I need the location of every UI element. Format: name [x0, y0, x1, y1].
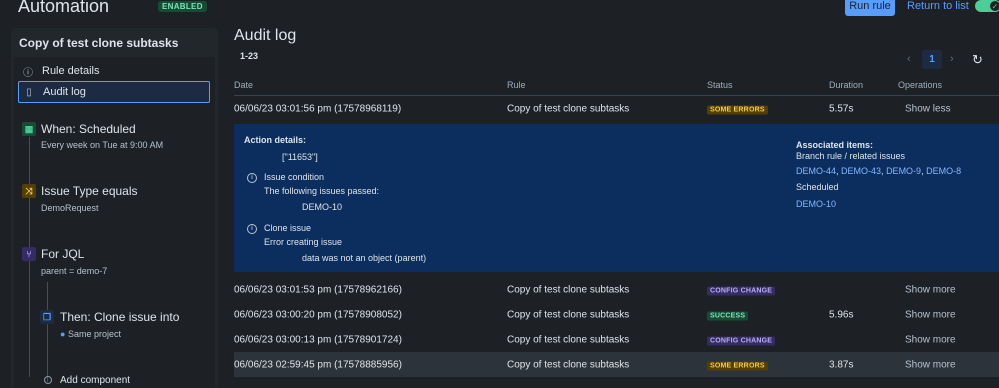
page-title: Audit log: [234, 27, 297, 44]
scheduled-label: Scheduled: [796, 182, 839, 192]
step-title[interactable]: When: Scheduled: [41, 122, 136, 136]
duration-cell: 3.87s: [829, 359, 854, 370]
show-less-link[interactable]: Show less: [905, 103, 951, 114]
show-more-link[interactable]: Show more: [905, 359, 956, 370]
table-row: 06/06/23 03:00:20 pm (17578908052) Copy …: [234, 302, 999, 327]
table-row: 06/06/23 03:01:56 pm (17578968119) Copy …: [234, 96, 999, 121]
column-header-operations: Operations: [898, 80, 943, 90]
table-row: 06/06/23 02:59:45 pm (17578885956) Copy …: [234, 352, 999, 377]
sidebar-panel: ⓘ Rule details ▯ Audit log ▦ When: Sched…: [14, 57, 215, 388]
chevron-left-icon[interactable]: ‹: [907, 53, 911, 65]
issue-link[interactable]: DEMO-9: [886, 166, 921, 176]
status-cell: SUCCESS: [707, 309, 749, 320]
status-cell: CONFIG CHANGE: [707, 334, 776, 345]
nav-label: Audit log: [43, 86, 86, 98]
issue-link[interactable]: DEMO-8: [926, 166, 961, 176]
status-badge: SUCCESS: [707, 311, 749, 320]
page-number-button[interactable]: 1: [922, 50, 942, 69]
nav-label: Rule details: [42, 65, 100, 77]
rule-cell: Copy of test clone subtasks: [507, 334, 630, 345]
step-subtitle: ● Same project: [60, 329, 121, 339]
column-header-duration: Duration: [829, 80, 864, 90]
table-row: 06/06/23 03:01:53 pm (17578962166) Copy …: [234, 277, 999, 302]
associated-items-label: Associated items:: [796, 140, 874, 150]
chevron-right-icon[interactable]: ›: [950, 53, 954, 65]
document-icon: ▯: [26, 86, 32, 98]
issue-link[interactable]: DEMO-43: [841, 166, 881, 176]
calendar-icon: ▦: [22, 122, 36, 136]
action-value: ["11653"]: [282, 152, 318, 162]
status-badge: CONFIG CHANGE: [707, 286, 776, 295]
step-subtitle: DemoRequest: [41, 203, 99, 213]
rule-name: Copy of test clone subtasks: [19, 36, 179, 50]
related-issues: DEMO-44, DEMO-43, DEMO-9, DEMO-8: [796, 166, 962, 176]
result-range: 1-23: [240, 51, 259, 61]
copy-icon: ❐: [40, 310, 54, 324]
date-cell: 06/06/23 03:00:20 pm (17578908052): [234, 309, 402, 320]
refresh-icon[interactable]: ↻: [972, 52, 983, 68]
passed-text: The following issues passed:: [264, 186, 380, 196]
column-header-date: Date: [234, 80, 254, 90]
nav-audit-log[interactable]: ▯ Audit log: [18, 81, 210, 103]
step-title[interactable]: For JQL: [41, 247, 84, 261]
action-details-panel: Action details: ["11653"] i Issue condit…: [234, 124, 999, 272]
show-more-link[interactable]: Show more: [905, 309, 956, 320]
add-component-button[interactable]: Add component: [60, 375, 130, 386]
return-to-list-link[interactable]: Return to list: [907, 0, 969, 12]
add-circle-icon: [44, 376, 52, 384]
globe-icon: ●: [60, 329, 66, 339]
rule-cell: Copy of test clone subtasks: [507, 309, 630, 320]
branch-connector: [47, 282, 48, 382]
info-icon: ⓘ: [23, 67, 33, 79]
date-cell: 06/06/23 03:01:56 pm (17578968119): [234, 103, 402, 114]
duration-cell: 5.57s: [829, 103, 854, 114]
step-subtitle: parent = demo-7: [41, 266, 108, 276]
status-cell: SOME ERRORS: [707, 103, 768, 114]
step-subtitle: Every week on Tue at 9:00 AM: [41, 140, 164, 150]
shuffle-icon: ⤨: [22, 184, 36, 198]
rule-cell: Copy of test clone subtasks: [507, 359, 630, 370]
issue-condition-label: Issue condition: [264, 172, 325, 182]
date-cell: 06/06/23 02:59:45 pm (17578885956): [234, 359, 402, 370]
status-badge: SOME ERRORS: [707, 105, 768, 114]
clone-issue-label: Clone issue: [264, 223, 312, 233]
show-more-link[interactable]: Show more: [905, 334, 956, 345]
error-text: Error creating issue: [264, 237, 343, 247]
table-row: 06/06/23 03:00:13 pm (17578901724) Copy …: [234, 327, 999, 352]
status-cell: CONFIG CHANGE: [707, 284, 776, 295]
run-rule-button[interactable]: Run rule: [845, 0, 895, 16]
step-title[interactable]: Then: Clone issue into: [60, 310, 179, 324]
issue-link[interactable]: DEMO-44: [796, 166, 836, 176]
duration-cell: 5.96s: [829, 309, 854, 320]
enabled-badge: ENABLED: [158, 1, 207, 12]
error-detail: data was not an object (parent): [302, 253, 427, 263]
nav-rule-details[interactable]: ⓘ Rule details: [18, 61, 208, 81]
date-cell: 06/06/23 03:00:13 pm (17578901724): [234, 334, 402, 345]
status-badge: CONFIG CHANGE: [707, 336, 776, 345]
check-icon: ✓: [990, 1, 999, 11]
action-details-label: Action details:: [244, 135, 307, 145]
column-header-rule: Rule: [507, 80, 526, 90]
status-cell: SOME ERRORS: [707, 359, 768, 370]
branch-text: Branch rule / related issues: [796, 151, 906, 161]
show-more-link[interactable]: Show more: [905, 284, 956, 295]
issue-link[interactable]: DEMO-10: [796, 199, 836, 209]
info-icon: i: [247, 173, 257, 183]
enable-toggle[interactable]: ✓: [975, 0, 999, 12]
step-title[interactable]: Issue Type equals: [41, 184, 138, 198]
project-label: Same project: [67, 329, 121, 339]
passed-issue: DEMO-10: [302, 202, 343, 212]
rule-cell: Copy of test clone subtasks: [507, 103, 630, 114]
status-badge: SOME ERRORS: [707, 361, 768, 370]
date-cell: 06/06/23 03:01:53 pm (17578962166): [234, 284, 402, 295]
info-icon: i: [247, 224, 257, 234]
rule-cell: Copy of test clone subtasks: [507, 284, 630, 295]
column-header-status: Status: [707, 80, 733, 90]
branch-icon: ⑂: [22, 247, 36, 261]
app-title: Automation: [18, 0, 110, 16]
